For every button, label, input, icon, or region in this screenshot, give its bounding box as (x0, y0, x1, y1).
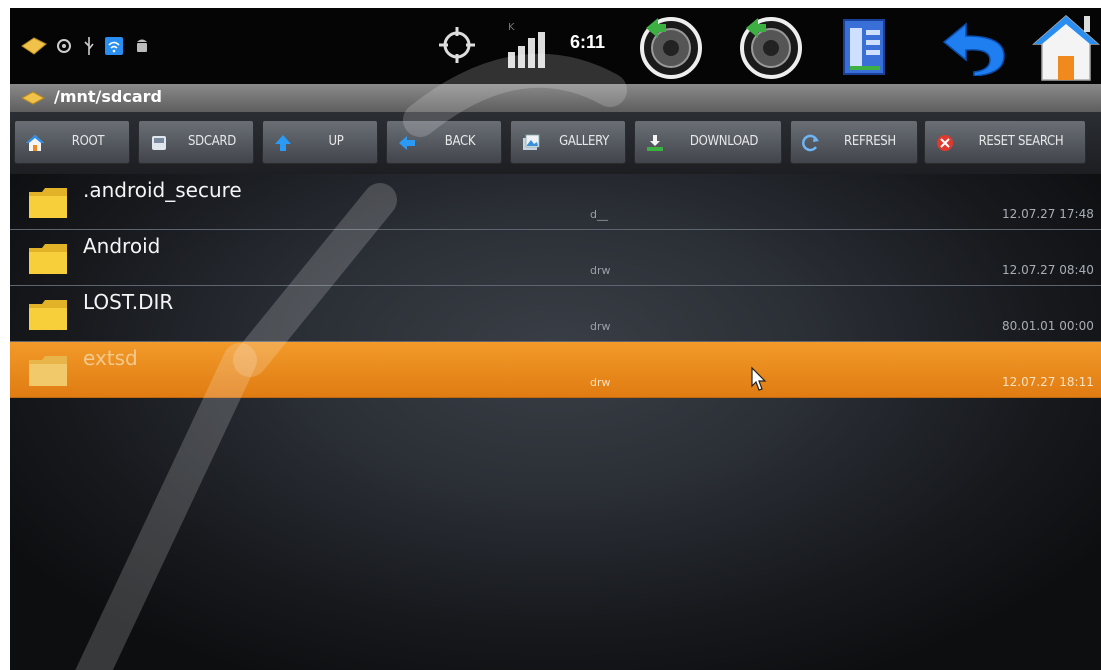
up-button-label: UP (328, 134, 344, 149)
folder-icon (29, 300, 67, 330)
up-arrow-icon (275, 135, 291, 151)
up-button[interactable]: UP (262, 120, 378, 164)
reset-search-button[interactable]: RESET SEARCH (924, 120, 1086, 164)
gallery-icon (523, 134, 540, 150)
file-name: Android (83, 234, 161, 258)
gps-icon (439, 27, 475, 63)
file-date: 12.07.27 18:11 (1002, 375, 1094, 389)
volume-up-icon[interactable] (736, 14, 806, 80)
device-screen: K 6:11 /mnt/sdcard ROOT SDCARD UP BACK G… (10, 8, 1101, 670)
settings-icon (57, 39, 71, 53)
root-button-label: ROOT (71, 134, 105, 149)
path-bar: /mnt/sdcard (10, 84, 1101, 112)
wifi-icon (105, 37, 123, 55)
file-list: .android_secure d__ 12.07.27 17:48 Andro… (10, 174, 1101, 398)
svg-text:K: K (508, 22, 515, 33)
status-bar: K 6:11 (10, 8, 1101, 84)
mouse-cursor-icon (751, 366, 767, 391)
back-icon[interactable] (940, 20, 1006, 76)
menu-icon[interactable] (840, 18, 888, 76)
file-name: .android_secure (83, 178, 242, 202)
sdcard-icon (152, 136, 166, 150)
file-date: 12.07.27 08:40 (1002, 263, 1094, 277)
android-icon (137, 39, 147, 52)
refresh-button[interactable]: REFRESH (790, 120, 918, 164)
file-permissions: drw (590, 376, 611, 389)
file-permissions: drw (590, 264, 611, 277)
reset-search-button-label: RESET SEARCH (978, 134, 1064, 149)
sdcard-button-label: SDCARD (188, 134, 236, 149)
home-icon (26, 135, 44, 151)
signal-icon: K (508, 22, 545, 68)
back-arrow-icon (399, 136, 415, 150)
refresh-icon (802, 134, 819, 152)
file-row-extsd[interactable]: extsd drw 12.07.27 18:11 (10, 342, 1101, 398)
folder-path-icon (20, 91, 46, 105)
download-button[interactable]: DOWNLOAD (634, 120, 782, 164)
file-name: extsd (83, 346, 138, 370)
folder-icon (29, 188, 67, 218)
root-button[interactable]: ROOT (14, 120, 130, 164)
file-row-android[interactable]: Android drw 12.07.27 08:40 (10, 230, 1101, 286)
back-button[interactable]: BACK (386, 120, 502, 164)
back-button-label: BACK (444, 134, 476, 149)
current-path: /mnt/sdcard (54, 87, 162, 106)
puzzle-icon (21, 37, 47, 55)
file-date: 80.01.01 00:00 (1002, 319, 1094, 333)
file-row-lost-dir[interactable]: LOST.DIR drw 80.01.01 00:00 (10, 286, 1101, 342)
reset-search-icon (937, 135, 953, 151)
download-button-label: DOWNLOAD (689, 134, 759, 149)
file-permissions: drw (590, 320, 611, 333)
gallery-button-label: GALLERY (559, 134, 609, 149)
file-name: LOST.DIR (83, 290, 174, 314)
home-icon[interactable] (1032, 12, 1101, 82)
refresh-button-label: REFRESH (844, 134, 896, 149)
folder-icon (29, 356, 67, 386)
file-row-android-secure[interactable]: .android_secure d__ 12.07.27 17:48 (10, 174, 1101, 230)
file-permissions: d__ (590, 208, 608, 221)
sdcard-button[interactable]: SDCARD (138, 120, 254, 164)
gallery-button[interactable]: GALLERY (510, 120, 626, 164)
clock: 6:11 (570, 32, 606, 52)
toolbar: ROOT SDCARD UP BACK GALLERY DOWNLOAD REF… (10, 112, 1101, 174)
folder-icon (29, 244, 67, 274)
volume-down-icon[interactable] (636, 14, 706, 80)
download-icon (647, 135, 663, 151)
usb-icon (84, 37, 94, 55)
file-date: 12.07.27 17:48 (1002, 207, 1094, 221)
